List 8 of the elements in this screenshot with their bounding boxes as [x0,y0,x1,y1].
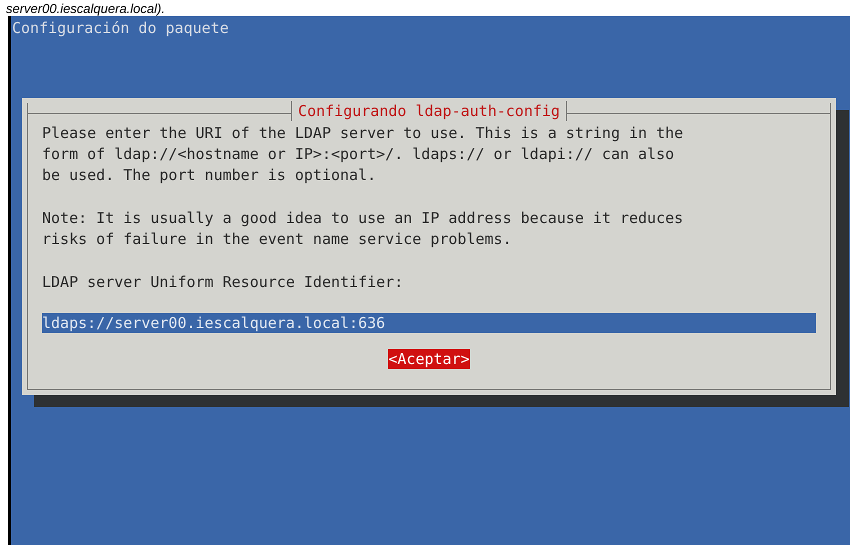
dialog-text: LDAP server Uniform Resource Identifier: [42,272,404,293]
dialog-text: Note: It is usually a good idea to use an IP address because it reduces risks of failure in the event name service problems. [42,208,684,250]
dialog-title: Configurando ldap-auth-config [291,101,567,121]
dialog-text: Please enter the URI of the LDAP server to use. This is a string in the form of ldap://<hostname or IP>:<port>/. ldaps:// or ldapi:// can also be used. The port number is optional. [42,123,684,186]
uri-input-field[interactable]: ldaps://server00.iescalquera.local:636 [42,313,816,333]
screen-title: Configuración do paquete [11,18,229,38]
accept-button[interactable]: <Aceptar> [388,349,470,369]
caption-text: server00.iescalquera.local). [6,1,165,16]
